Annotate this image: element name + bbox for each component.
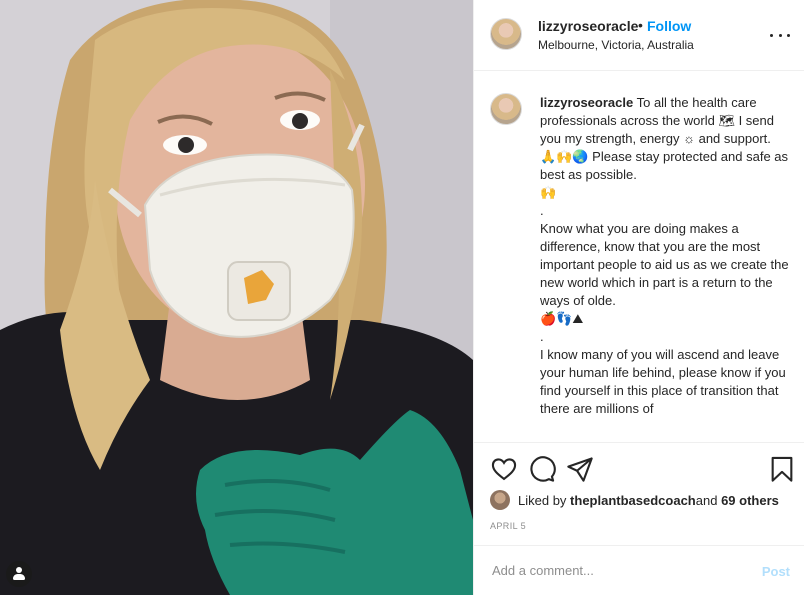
heart-icon[interactable] (490, 455, 518, 483)
follow-button[interactable]: Follow (647, 18, 691, 34)
likes-prefix: Liked by (518, 492, 567, 508)
caption-section: lizzyroseoracle To all the health care p… (474, 71, 804, 443)
author-avatar[interactable] (490, 18, 522, 50)
caption-username[interactable]: lizzyroseoracle (540, 95, 633, 110)
caption-line: 🙏🙌🌏 Please stay protected and safe as be… (540, 149, 792, 182)
user-tags-icon[interactable] (6, 561, 32, 587)
post-details-panel: lizzyroseoracle • Follow Melbourne, Vict… (473, 0, 804, 595)
post-comment-button[interactable]: Post (762, 564, 790, 579)
comment-input[interactable] (490, 562, 734, 579)
caption-author-avatar[interactable] (490, 93, 522, 125)
liker-avatar[interactable] (490, 490, 510, 510)
likes-middle: and (695, 492, 718, 508)
comment-box: Post (474, 545, 804, 595)
bookmark-icon[interactable] (768, 455, 796, 483)
caption-line: 🍎👣⛰ (540, 311, 584, 326)
caption-line: Know what you are doing makes a differen… (540, 221, 793, 308)
caption-line: I know many of you will ascend and leave… (540, 347, 790, 416)
post-location[interactable]: Melbourne, Victoria, Australia (538, 38, 694, 52)
liker-username[interactable]: theplantbasedcoach (570, 493, 696, 508)
caption-line: . (540, 329, 544, 344)
caption-line: . (540, 203, 544, 218)
action-bar (474, 453, 804, 485)
separator-dot: • (638, 17, 643, 33)
selfie-illustration (0, 0, 473, 595)
likes-summary: Liked by theplantbasedcoach and 69 other… (490, 489, 779, 511)
author-username[interactable]: lizzyroseoracle (538, 18, 638, 34)
caption-text: lizzyroseoracle To all the health care p… (540, 94, 790, 418)
post-date[interactable]: APRIL 5 (490, 521, 526, 531)
more-horizontal-icon[interactable] (770, 26, 790, 44)
post-photo[interactable] (0, 0, 473, 595)
caption-line: 🙌 (540, 185, 557, 200)
comment-icon[interactable] (528, 455, 556, 483)
likes-others-link[interactable]: 69 others (721, 493, 779, 508)
paper-plane-icon[interactable] (566, 455, 594, 483)
post-header: lizzyroseoracle • Follow Melbourne, Vict… (474, 0, 804, 71)
